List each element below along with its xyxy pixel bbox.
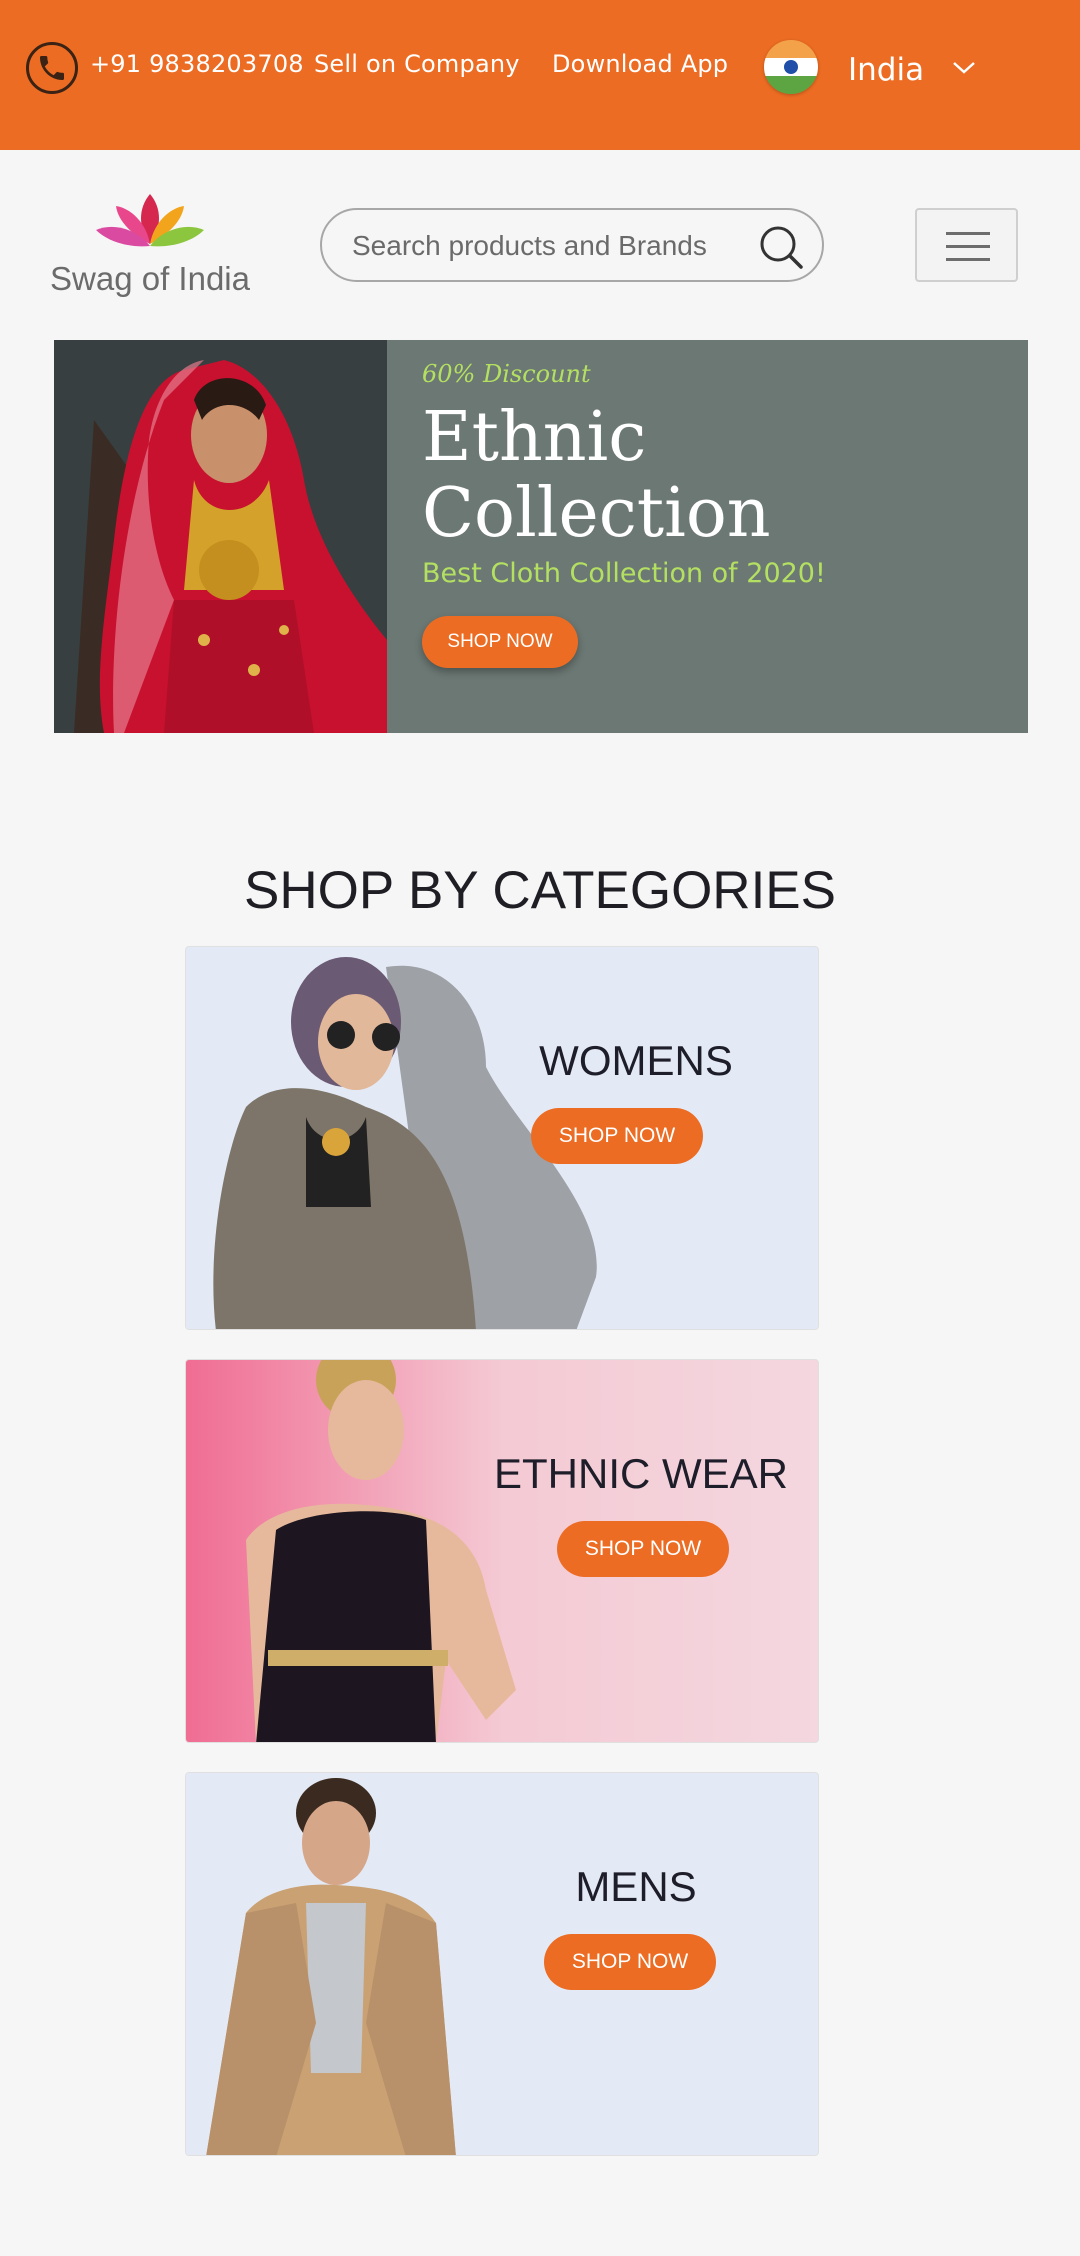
category-card-womens[interactable]: WOMENS SHOP NOW (185, 946, 819, 1330)
womens-model-image (186, 947, 818, 1329)
logo[interactable]: Swag of India (50, 186, 250, 298)
country-selector[interactable]: India (848, 52, 924, 88)
search-bar[interactable] (320, 208, 824, 282)
categories-title: SHOP BY CATEGORIES (243, 861, 836, 920)
category-label-ethnic-wear: ETHNIC WEAR (494, 1450, 788, 1497)
sell-on-company-link[interactable]: Sell on Company (314, 50, 520, 78)
category-label-womens: WOMENS (539, 1037, 733, 1084)
hero-subtitle: Best Cloth Collection of 2020! (422, 558, 826, 589)
ethnic-wear-shop-now-button[interactable]: SHOP NOW (557, 1521, 729, 1577)
mens-shop-now-button[interactable]: SHOP NOW (544, 1934, 716, 1990)
download-app-link[interactable]: Download App (552, 50, 728, 78)
chevron-down-icon[interactable] (950, 58, 978, 78)
category-card-ethnic-wear[interactable]: ETHNIC WEAR SHOP NOW (185, 1359, 819, 1743)
lotus-logo-icon (96, 194, 204, 247)
search-input[interactable] (352, 226, 752, 266)
mens-model-image (186, 1773, 818, 2155)
logo-text: Swag of India (50, 260, 250, 297)
phone-number-link[interactable]: +91 9838203708 (90, 50, 304, 78)
category-card-mens[interactable]: MENS SHOP NOW (185, 1772, 819, 2156)
hero-shop-now-button[interactable]: SHOP NOW (422, 616, 578, 668)
hero-discount-text: 60% Discount (422, 360, 591, 388)
hero-banner: 60% Discount Ethnic Collection Best Clot… (54, 340, 1028, 733)
bride-image (54, 340, 387, 733)
top-bar: +91 9838203708 Sell on Company Download … (0, 0, 1080, 150)
india-flag-icon[interactable] (764, 40, 818, 94)
hamburger-menu-button[interactable] (915, 208, 1018, 282)
womens-shop-now-button[interactable]: SHOP NOW (531, 1108, 703, 1164)
search-icon[interactable] (758, 224, 804, 270)
category-label-mens: MENS (575, 1863, 697, 1910)
hero-title: Ethnic Collection (422, 398, 771, 553)
phone-icon[interactable] (26, 42, 78, 94)
